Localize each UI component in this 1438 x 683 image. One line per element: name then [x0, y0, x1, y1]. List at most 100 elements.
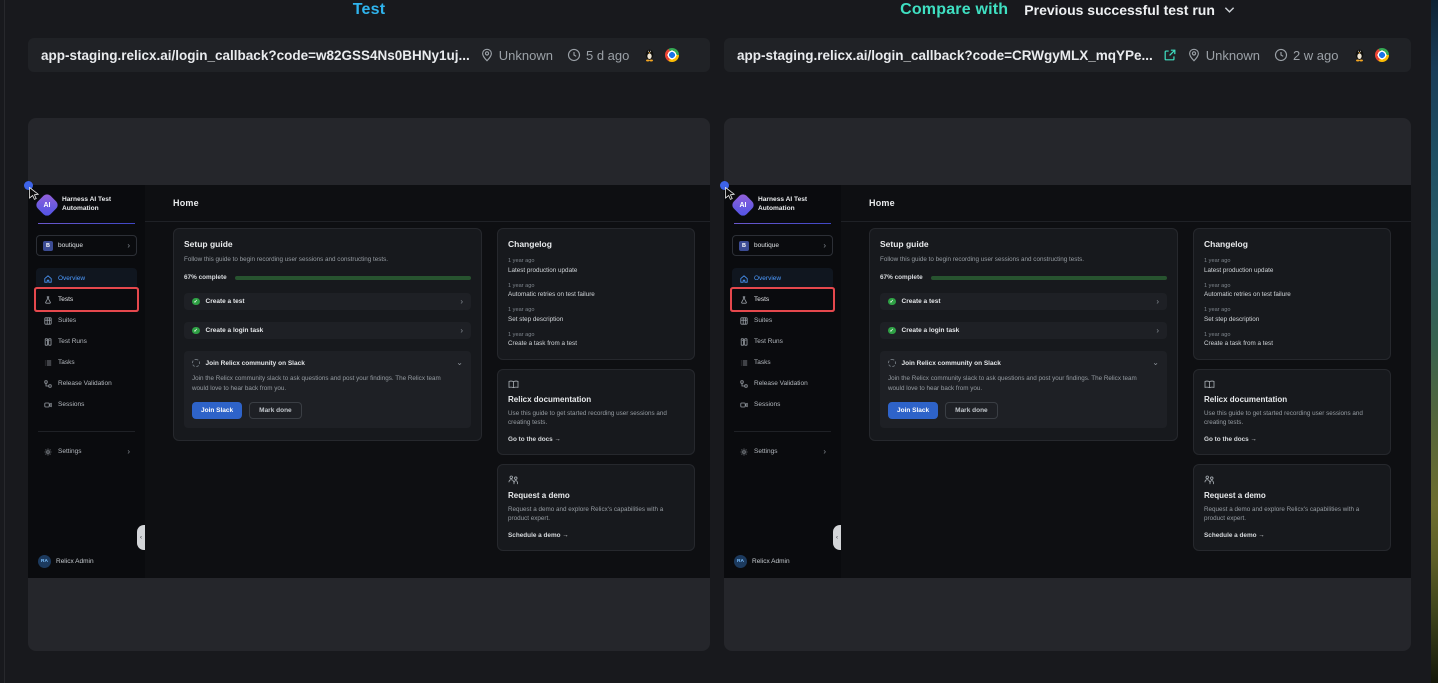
environment-icons	[643, 48, 679, 62]
setup-item-create-login-task[interactable]: ✓ Create a login task ›	[880, 322, 1167, 339]
cursor-icon	[725, 187, 736, 200]
home-icon	[739, 274, 748, 283]
join-slack-buttons: Join Slack Mark done	[192, 402, 463, 419]
sidebar-item-test-runs[interactable]: Test Runs	[36, 331, 137, 352]
changelog-card: Changelog 1 year ago Latest production u…	[1193, 228, 1391, 360]
sidebar-item-tests[interactable]: Tests	[36, 289, 137, 310]
sidebar-collapse-handle[interactable]: ‹	[137, 525, 145, 550]
changelog-entry: 1 year ago Automatic retries on test fai…	[1204, 283, 1380, 299]
sidebar-item-settings[interactable]: Settings ›	[36, 441, 137, 462]
schedule-demo-link[interactable]: Schedule a demo →	[1204, 532, 1380, 539]
sidebar-divider	[734, 223, 831, 224]
user-menu[interactable]: RA Relicx Admin	[732, 553, 833, 572]
video-icon	[43, 400, 52, 409]
join-slack-header[interactable]: Join Relicx community on Slack ⌄	[192, 359, 463, 367]
setup-progress: 67% complete	[184, 274, 471, 281]
project-badge: B	[43, 241, 53, 251]
sidebar-item-tasks[interactable]: Tasks	[732, 352, 833, 373]
go-to-docs-link[interactable]: Go to the docs →	[1204, 436, 1380, 443]
setup-item-join-slack: Join Relicx community on Slack ⌄ Join th…	[184, 351, 471, 428]
people-icon	[1204, 475, 1380, 485]
user-menu[interactable]: RA Relicx Admin	[36, 553, 137, 572]
clock-icon	[1274, 48, 1288, 62]
schedule-demo-link[interactable]: Schedule a demo →	[508, 532, 684, 539]
setup-guide-title: Setup guide	[880, 239, 1167, 249]
main-content: Home Setup guide Follow this guide to be…	[145, 185, 710, 578]
setup-guide-title: Setup guide	[184, 239, 471, 249]
setup-item-create-login-task[interactable]: ✓ Create a login task ›	[184, 322, 471, 339]
right-column: Changelog 1 year ago Latest production u…	[497, 228, 695, 551]
project-badge: B	[739, 241, 749, 251]
chevron-right-icon: ›	[127, 242, 130, 250]
join-slack-description: Join the Relicx community slack to ask q…	[192, 374, 449, 393]
mark-done-button[interactable]: Mark done	[945, 402, 998, 419]
documentation-description: Use this guide to get started recording …	[1204, 409, 1380, 428]
changelog-title: Changelog	[1204, 239, 1380, 249]
flow-icon	[739, 379, 748, 388]
video-icon	[739, 400, 748, 409]
setup-progress: 67% complete	[880, 274, 1167, 281]
test-title-row: Test	[28, 0, 710, 20]
todo-circle-icon	[888, 359, 896, 367]
sidebar-item-release-validation[interactable]: Release Validation	[36, 373, 137, 394]
arrow-right-icon: →	[1258, 532, 1264, 539]
sidebar-item-test-runs[interactable]: Test Runs	[732, 331, 833, 352]
go-to-docs-link[interactable]: Go to the docs →	[508, 436, 684, 443]
mark-done-button[interactable]: Mark done	[249, 402, 302, 419]
sidebar-item-tests[interactable]: Tests	[732, 289, 833, 310]
sidebar-item-settings[interactable]: Settings ›	[732, 441, 833, 462]
age-meta: 2 w ago	[1274, 48, 1339, 63]
sidebar-item-overview[interactable]: Overview	[732, 268, 833, 289]
compare-run-dropdown[interactable]: Previous successful test run	[1024, 2, 1235, 18]
sidebar-item-overview[interactable]: Overview	[36, 268, 137, 289]
location-pin-icon	[480, 48, 494, 62]
chevron-down-icon: ⌄	[1152, 359, 1159, 367]
sidebar-spacer	[36, 462, 137, 553]
request-demo-title: Request a demo	[508, 491, 684, 500]
age-meta: 5 d ago	[567, 48, 629, 63]
join-slack-button[interactable]: Join Slack	[192, 402, 242, 419]
page-title: Home	[173, 198, 199, 208]
check-circle-icon: ✓	[192, 298, 200, 306]
sidebar-divider	[734, 431, 831, 432]
join-slack-header[interactable]: Join Relicx community on Slack ⌄	[888, 359, 1159, 367]
sidebar-item-sessions[interactable]: Sessions	[732, 394, 833, 415]
sidebar-spacer	[732, 462, 833, 553]
documentation-title: Relicx documentation	[1204, 395, 1380, 404]
sidebar-item-sessions[interactable]: Sessions	[36, 394, 137, 415]
changelog-entry: 1 year ago Set step description	[508, 307, 684, 323]
user-name: Relicx Admin	[56, 558, 94, 565]
request-demo-description: Request a demo and explore Relicx's capa…	[1204, 505, 1380, 524]
flask-icon	[43, 295, 52, 304]
gear-icon	[739, 447, 748, 456]
external-link-icon[interactable]	[1163, 48, 1177, 62]
page-body: Setup guide Follow this guide to begin r…	[841, 222, 1411, 551]
book-icon	[1204, 380, 1380, 389]
compare-screenshot-container: AI Harness AI Test Automation B boutique…	[724, 118, 1411, 651]
sidebar-item-suites[interactable]: Suites	[732, 310, 833, 331]
progress-bar	[931, 276, 1167, 280]
test-url-bar[interactable]: app-staging.relicx.ai/login_callback?cod…	[28, 38, 710, 72]
join-slack-button[interactable]: Join Slack	[888, 402, 938, 419]
left-edge-line	[4, 0, 5, 683]
sidebar-item-suites[interactable]: Suites	[36, 310, 137, 331]
linux-tux-icon	[643, 48, 656, 62]
grid-icon	[43, 316, 52, 325]
changelog-entry: 1 year ago Latest production update	[508, 258, 684, 274]
click-marker	[24, 181, 33, 190]
request-demo-description: Request a demo and explore Relicx's capa…	[508, 505, 684, 524]
compare-screenshot: AI Harness AI Test Automation B boutique…	[724, 185, 1411, 578]
compare-url-bar[interactable]: app-staging.relicx.ai/login_callback?cod…	[724, 38, 1411, 72]
sidebar: AI Harness AI Test Automation B boutique…	[28, 185, 145, 578]
project-selector[interactable]: B boutique ›	[732, 235, 833, 256]
project-selector[interactable]: B boutique ›	[36, 235, 137, 256]
sidebar-item-release-validation[interactable]: Release Validation	[732, 373, 833, 394]
sidebar-item-tasks[interactable]: Tasks	[36, 352, 137, 373]
changelog-entry: 1 year ago Automatic retries on test fai…	[508, 283, 684, 299]
setup-item-create-test[interactable]: ✓ Create a test ›	[184, 293, 471, 310]
sidebar-collapse-handle[interactable]: ‹	[833, 525, 841, 550]
app-screenshot: AI Harness AI Test Automation B boutique…	[724, 185, 1411, 578]
environment-icons	[1353, 48, 1389, 62]
progress-label: 67% complete	[880, 274, 923, 281]
setup-item-create-test[interactable]: ✓ Create a test ›	[880, 293, 1167, 310]
